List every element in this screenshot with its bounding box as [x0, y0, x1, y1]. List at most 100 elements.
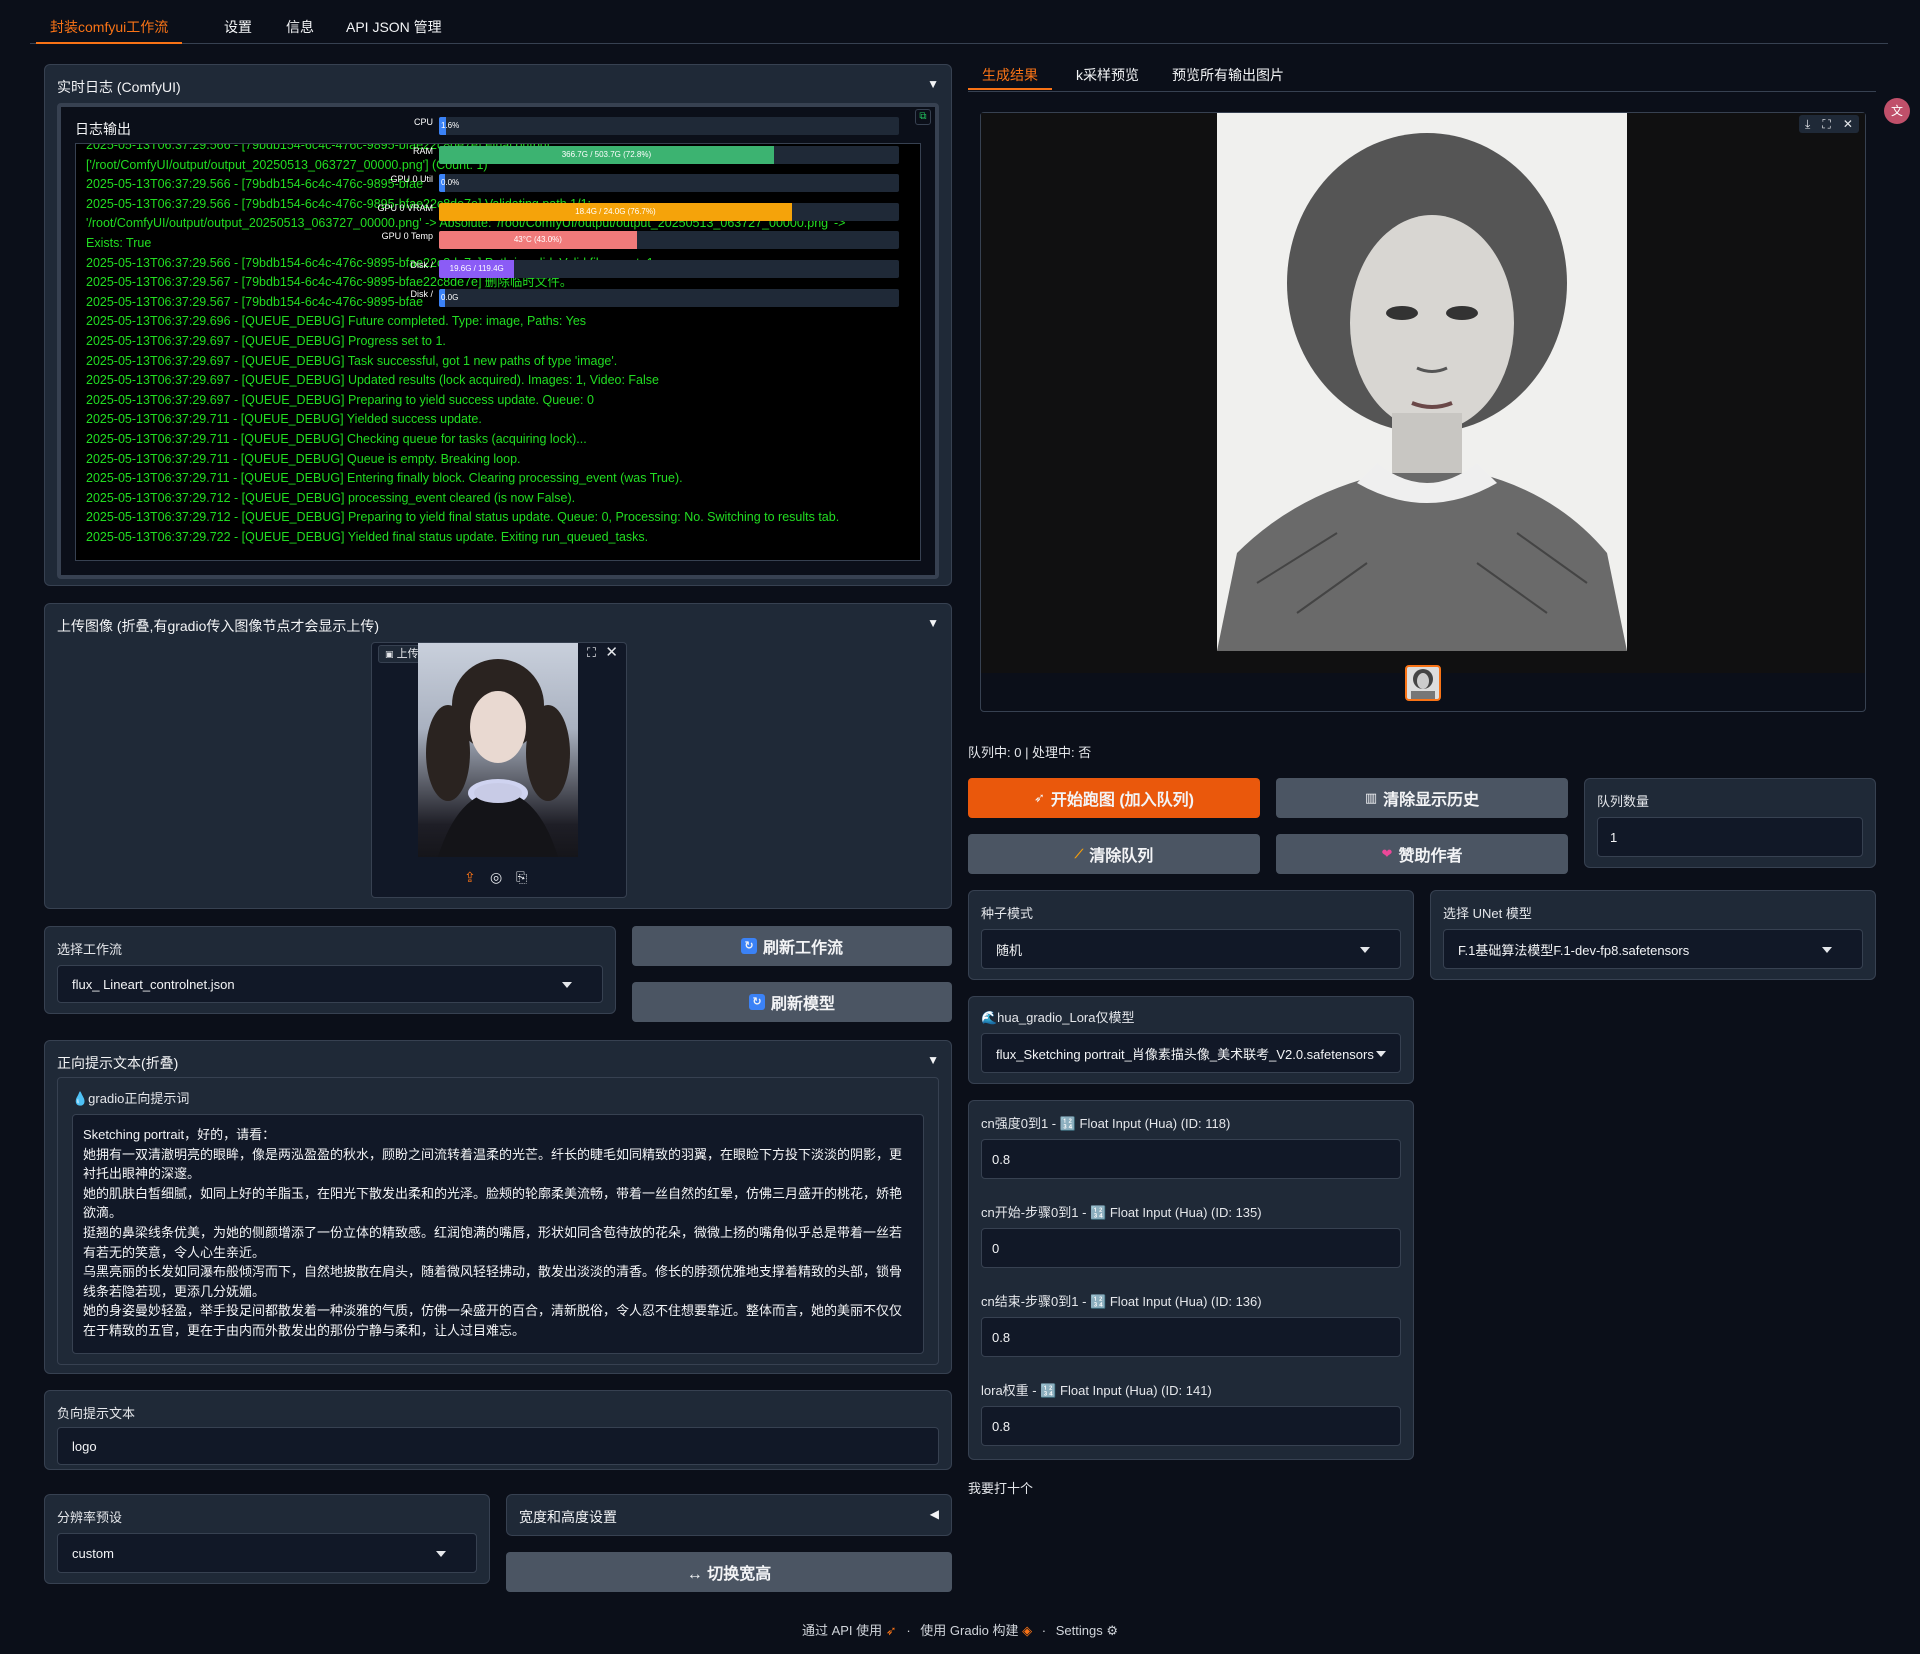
log-line: 2025-05-13T06:37:29.697 - [QUEUE_DEBUG] … — [86, 333, 446, 348]
float-input-cn-strength[interactable]: 0.8 — [981, 1139, 1401, 1179]
unet-model-label: 选择 UNet 模型 — [1443, 906, 1532, 921]
queue-count-block: 队列数量 1 — [1584, 778, 1876, 868]
float-label-cn-strength: cn强度0到1 - 🔢 Float Input (Hua) (ID: 118) — [981, 1116, 1231, 1131]
seed-mode-dropdown[interactable]: 随机 — [981, 929, 1401, 969]
collapse-triangle-icon[interactable]: ▼ — [927, 77, 939, 91]
queue-status-text: 队列中: 0 | 处理中: 否 — [968, 745, 1092, 760]
monitor-bar: 366.7G / 503.7G (72.8%) — [439, 145, 899, 164]
chevron-down-icon — [562, 982, 572, 988]
footer-separator: · — [906, 1623, 911, 1638]
lora-label: 🌊hua_gradio_Lora仅模型 — [981, 1010, 1135, 1025]
collapse-triangle-icon[interactable]: ▼ — [927, 1053, 939, 1067]
resolution-preset-block: 分辨率预设 custom — [44, 1494, 490, 1584]
system-monitor: CPU 1.6% RAM 366.7G / 503.7G (72.8%) GPU 0 U… — [293, 115, 903, 307]
monitor-bar: 43°C (43.0%) — [439, 231, 899, 250]
float-input-cn-end[interactable]: 0.8 — [981, 1317, 1401, 1357]
monitor-label: Disk / — [410, 260, 434, 270]
float-input-cn-start[interactable]: 0 — [981, 1228, 1401, 1268]
tab-workflow[interactable]: 封装comfyui工作流 — [36, 10, 183, 44]
chevron-down-icon — [1360, 947, 1370, 953]
generated-image[interactable] — [1217, 113, 1627, 651]
resolution-dropdown[interactable]: custom — [57, 1533, 477, 1573]
monitor-bar-fill: 0.0G — [439, 288, 458, 307]
rocket-icon: ➶ — [1033, 790, 1045, 805]
wh-accordion[interactable]: 宽度和高度设置 ◀ — [506, 1494, 952, 1536]
lora-dropdown[interactable]: flux_Sketching portrait_肖像素描头像_美术联考_V2.0… — [981, 1033, 1401, 1073]
tab-api-json[interactable]: API JSON 管理 — [332, 10, 456, 44]
positive-accordion-title[interactable]: 正向提示文本(折叠) — [57, 1053, 178, 1073]
webcam-icon[interactable]: ◎ — [490, 869, 502, 886]
log-frame: 日志输出 ⧉ 2025-05-13T06:37:29.566 - [79bdb1… — [57, 103, 939, 579]
monitor-label: RAM — [413, 145, 433, 156]
close-icon[interactable]: ✕ — [1843, 117, 1853, 131]
tab-info[interactable]: 信息 — [272, 10, 328, 44]
log-line: 2025-05-13T06:37:29.712 - [QUEUE_DEBUG] … — [86, 490, 576, 505]
upload-accordion-title[interactable]: 上传图像 (折叠,有gradio传入图像节点才会显示上传) — [57, 616, 379, 636]
negative-prompt-input[interactable]: logo — [57, 1427, 939, 1465]
upload-icon[interactable]: ⇪ — [464, 869, 476, 886]
refresh-model-button[interactable]: ↻ 刷新模型 — [632, 982, 952, 1022]
log-line: 2025-05-13T06:37:29.711 - [QUEUE_DEBUG] … — [86, 412, 482, 427]
clear-queue-button[interactable]: ⟋ 清除队列 — [968, 834, 1260, 874]
chevron-down-icon — [1822, 947, 1832, 953]
log-line: 2025-05-13T06:37:29.697 - [QUEUE_DEBUG] … — [86, 392, 594, 407]
tab-settings[interactable]: 设置 — [210, 10, 266, 44]
tab-ksampler-preview[interactable]: k采样预览 — [1062, 60, 1153, 90]
clipboard-icon[interactable]: ⎘ — [516, 869, 527, 886]
chevron-down-icon — [1376, 1051, 1386, 1057]
resolution-dropdown-value: custom — [72, 1545, 114, 1561]
swap-wh-button[interactable]: ↔ 切换宽高 — [506, 1552, 952, 1592]
api-link[interactable]: 通过 API 使用 — [802, 1623, 882, 1638]
float-input-lora-weight[interactable]: 0.8 — [981, 1406, 1401, 1446]
expand-triangle-icon[interactable]: ◀ — [930, 1507, 939, 1521]
tab-all-outputs[interactable]: 预览所有输出图片 — [1158, 60, 1298, 90]
collapse-triangle-icon[interactable]: ▼ — [927, 616, 939, 630]
log-line: 2025-05-13T06:37:29.696 - [QUEUE_DEBUG] … — [86, 314, 587, 329]
settings-link[interactable]: Settings — [1056, 1623, 1103, 1638]
chevron-down-icon — [436, 1551, 446, 1557]
seed-mode-block: 种子模式 随机 — [968, 890, 1414, 980]
wh-accordion-title[interactable]: 宽度和高度设置 — [519, 1507, 617, 1527]
unet-model-value: F.1基础算法模型F.1-dev-fp8.safetensors — [1458, 942, 1690, 958]
start-run-button[interactable]: ➶ 开始跑图 (加入队列) — [968, 778, 1260, 818]
queue-count-input[interactable]: 1 — [1597, 817, 1863, 857]
copy-icon[interactable]: ⧉ — [915, 109, 931, 125]
fullscreen-icon[interactable]: ⛶ — [587, 645, 596, 661]
monitor-bar: 1.6% — [439, 117, 899, 135]
monitor-bar-fill: 0.0% — [439, 174, 459, 193]
unet-model-dropdown[interactable]: F.1基础算法模型F.1-dev-fp8.safetensors — [1443, 929, 1863, 969]
positive-prompt-label: 💧gradio正向提示词 — [72, 1091, 190, 1106]
monitor-row: Disk / 0.0G — [293, 287, 903, 307]
monitor-row: Disk / 19.6G / 119.4G — [293, 258, 903, 278]
image-icon: ▣ — [385, 649, 394, 659]
download-icon[interactable]: ⤓ — [1805, 117, 1810, 132]
gallery-thumbnail[interactable] — [1405, 665, 1441, 701]
refresh-icon: ↻ — [748, 994, 765, 1010]
gradio-link[interactable]: 使用 Gradio 构建 — [920, 1623, 1018, 1638]
log-line: 2025-05-13T06:37:29.722 - [QUEUE_DEBUG] … — [86, 529, 649, 544]
refresh-workflow-button[interactable]: ↻ 刷新工作流 — [632, 926, 952, 966]
start-run-label: 开始跑图 (加入队列) — [1050, 792, 1194, 809]
translate-icon[interactable]: 文 — [1884, 98, 1910, 124]
clear-queue-label: 清除队列 — [1089, 848, 1154, 865]
workflow-dropdown[interactable]: flux_ Lineart_controlnet.json — [57, 965, 603, 1003]
close-icon[interactable]: ✕ — [605, 643, 618, 661]
clear-history-button[interactable]: ▥ 清除显示历史 — [1276, 778, 1568, 818]
monitor-bar-fill: 1.6% — [439, 117, 459, 135]
resolution-label: 分辨率预设 — [57, 1510, 123, 1525]
footer: 通过 API 使用 ➶ · 使用 Gradio 构建 ◈ · Settings … — [0, 1620, 1920, 1639]
queue-count-label: 队列数量 — [1597, 794, 1650, 809]
sponsor-button[interactable]: ❤ 赞助作者 — [1276, 834, 1568, 874]
gallery-toolbar: ⤓ ⛶ ✕ — [1799, 115, 1859, 133]
tab-results[interactable]: 生成结果 — [968, 60, 1052, 90]
monitor-bar-fill: 18.4G / 24.0G (76.7%) — [439, 202, 792, 221]
monitor-bar-fill: 43°C (43.0%) — [439, 231, 637, 250]
monitor-row: RAM 366.7G / 503.7G (72.8%) — [293, 144, 903, 164]
fullscreen-icon[interactable]: ⛶ — [1822, 117, 1830, 132]
log-accordion-title[interactable]: 实时日志 (ComfyUI) — [57, 77, 181, 97]
image-upload-box[interactable]: ▣ 上传图像 ⛶ ✕ ⇪ ◎ ⎘ — [371, 642, 627, 898]
float-inputs-block: cn强度0到1 - 🔢 Float Input (Hua) (ID: 118) … — [968, 1100, 1414, 1460]
positive-prompt-textarea[interactable]: Sketching portrait，好的，请看： 她拥有一双清澈明亮的眼眸，像… — [72, 1114, 924, 1354]
sponsor-label: 赞助作者 — [1398, 848, 1463, 865]
monitor-bar: 18.4G / 24.0G (76.7%) — [439, 202, 899, 221]
